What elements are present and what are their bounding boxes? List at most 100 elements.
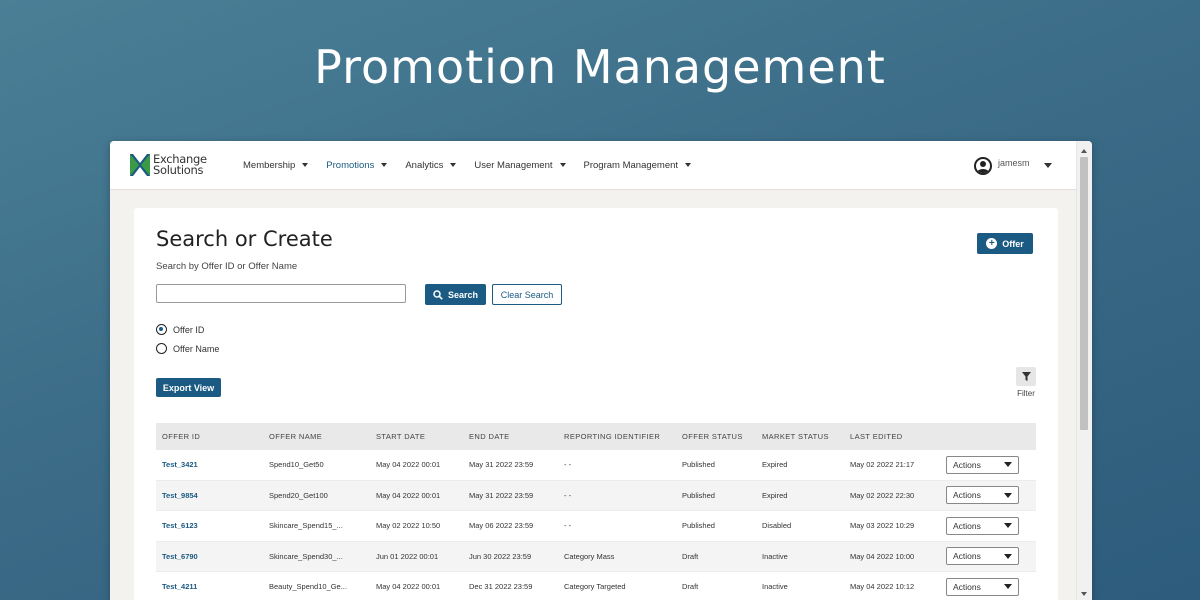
add-offer-button[interactable]: + Offer xyxy=(977,233,1033,254)
radio-offer-id-label: Offer ID xyxy=(173,324,205,335)
chevron-down-icon xyxy=(685,163,692,167)
actions-dropdown[interactable]: Actions xyxy=(946,577,1019,596)
exchange-solutions-logo[interactable]: Exchange Solutions xyxy=(130,153,225,177)
radio-offer-id[interactable]: Offer ID xyxy=(156,324,204,335)
column-header[interactable]: LAST EDITED xyxy=(844,432,939,441)
radio-offer-name[interactable]: Offer Name xyxy=(156,343,219,354)
end-date: May 31 2022 23:59 xyxy=(469,490,534,500)
chevron-down-icon xyxy=(1004,462,1012,468)
actions-dropdown[interactable]: Actions xyxy=(946,455,1019,474)
logo-text: Exchange Solutions xyxy=(153,153,207,177)
nav-user-management[interactable]: User Management xyxy=(474,159,566,171)
logo-line-2: Solutions xyxy=(153,163,204,177)
column-header[interactable]: OFFER NAME xyxy=(263,432,370,441)
table-row: Test_6123 Skincare_Spend15_... May 02 2022… xyxy=(156,511,1036,542)
search-icon xyxy=(433,289,443,300)
table-body: Test_3421 Spend10_Get50 May 04 2022 00:01 M… xyxy=(156,450,1036,600)
market-status: Inactive xyxy=(762,582,788,592)
column-header[interactable]: MARKET STATUS xyxy=(756,432,844,441)
nav-program-management[interactable]: Program Management xyxy=(584,160,692,171)
column-header[interactable]: START DATE xyxy=(370,432,463,441)
offer-name: Spend10_Get50 xyxy=(269,460,324,470)
reporting-identifier: Category Mass xyxy=(564,551,615,561)
offer-status: Draft xyxy=(682,551,699,561)
search-input[interactable] xyxy=(156,284,406,303)
chevron-down-icon xyxy=(302,163,309,167)
offer-status: Draft xyxy=(682,582,699,592)
chevron-down-icon xyxy=(381,163,388,167)
end-date: Jun 30 2022 23:59 xyxy=(469,551,532,561)
offer-id-link[interactable]: Test_6123 xyxy=(156,521,263,530)
nav-membership[interactable]: Membership xyxy=(243,160,309,171)
search-button-label: Search xyxy=(447,289,479,300)
market-status: Expired xyxy=(762,490,788,500)
end-date: May 31 2022 23:59 xyxy=(469,460,534,470)
chevron-down-icon xyxy=(1004,553,1012,559)
plus-circle-icon: + xyxy=(986,238,998,249)
user-avatar-icon xyxy=(974,157,992,175)
offer-id-link[interactable]: Test_9854 xyxy=(156,491,263,500)
actions-cell: Actions xyxy=(939,486,1036,505)
column-header[interactable]: REPORTING IDENTIFIER xyxy=(558,432,676,441)
vertical-scrollbar[interactable] xyxy=(1076,141,1092,600)
actions-cell: Actions xyxy=(939,455,1036,474)
table-header: OFFER ID OFFER NAME START DATE END DATE … xyxy=(156,423,1036,450)
nav-user-management-label: User Management xyxy=(474,159,553,171)
start-date: May 04 2022 00:01 xyxy=(376,582,441,592)
reporting-identifier: - - xyxy=(564,521,572,531)
offer-status: Published xyxy=(682,460,715,470)
nav-promotions[interactable]: Promotions xyxy=(326,159,388,171)
clear-search-button[interactable]: Clear Search xyxy=(492,284,562,305)
actions-dropdown-label: Actions xyxy=(953,551,981,562)
scroll-down-arrow-icon[interactable] xyxy=(1081,592,1087,596)
actions-dropdown[interactable]: Actions xyxy=(946,486,1019,505)
radio-unchecked-icon[interactable] xyxy=(156,343,167,354)
last-edited: May 04 2022 10:12 xyxy=(850,582,915,592)
page-subtitle: Search by Offer ID or Offer Name xyxy=(156,261,298,272)
scroll-up-arrow-icon[interactable] xyxy=(1081,149,1087,153)
nav-program-management-label: Program Management xyxy=(583,159,679,171)
end-date: Dec 31 2022 23:59 xyxy=(469,582,533,592)
reporting-identifier: Category Targeted xyxy=(564,582,626,592)
scroll-thumb[interactable] xyxy=(1080,157,1088,430)
actions-cell: Actions xyxy=(939,547,1036,566)
chevron-down-icon xyxy=(1004,492,1012,498)
actions-dropdown[interactable]: Actions xyxy=(946,547,1019,566)
chevron-down-icon xyxy=(450,163,457,167)
offer-name: Spend20_Get100 xyxy=(269,490,328,500)
offer-id-link[interactable]: Test_6790 xyxy=(156,552,263,561)
offer-status: Published xyxy=(682,521,715,531)
end-date: May 06 2022 23:59 xyxy=(469,521,534,531)
filter-button[interactable] xyxy=(1016,367,1036,386)
user-menu[interactable]: jamesm xyxy=(974,157,1052,175)
actions-dropdown[interactable]: Actions xyxy=(946,516,1019,535)
start-date: Jun 01 2022 00:01 xyxy=(376,551,439,561)
reporting-identifier: - - xyxy=(564,460,572,470)
nav-promotions-label: Promotions xyxy=(326,159,375,171)
radio-offer-name-label: Offer Name xyxy=(173,343,220,354)
actions-dropdown-label: Actions xyxy=(953,490,981,501)
last-edited: May 04 2022 10:00 xyxy=(850,551,915,561)
last-edited: May 03 2022 10:29 xyxy=(850,521,915,531)
app-window: Exchange Solutions Membership Promotions… xyxy=(110,141,1092,600)
chevron-down-icon[interactable] xyxy=(1044,163,1052,168)
offer-name: Skincare_Spend30_... xyxy=(269,551,343,561)
last-edited: May 02 2022 21:17 xyxy=(850,460,915,470)
search-button[interactable]: Search xyxy=(425,284,486,305)
actions-cell: Actions xyxy=(939,516,1036,535)
chevron-down-icon xyxy=(1004,523,1012,529)
market-status: Expired xyxy=(762,460,788,470)
column-header[interactable]: OFFER STATUS xyxy=(676,432,756,441)
nav-analytics[interactable]: Analytics xyxy=(405,160,457,171)
column-header[interactable]: END DATE xyxy=(463,432,558,441)
export-view-button[interactable]: Export View xyxy=(156,378,221,397)
last-edited: May 02 2022 22:30 xyxy=(850,490,915,500)
radio-checked-icon[interactable] xyxy=(156,324,167,335)
offer-id-link[interactable]: Test_3421 xyxy=(156,460,263,469)
start-date: May 04 2022 00:01 xyxy=(376,490,441,500)
column-header[interactable]: OFFER ID xyxy=(156,432,263,441)
filter-label: Filter xyxy=(1017,389,1035,398)
page-title: Search or Create xyxy=(156,227,333,251)
hero-title: Promotion Management xyxy=(314,40,886,94)
offer-id-link[interactable]: Test_4211 xyxy=(156,582,263,591)
